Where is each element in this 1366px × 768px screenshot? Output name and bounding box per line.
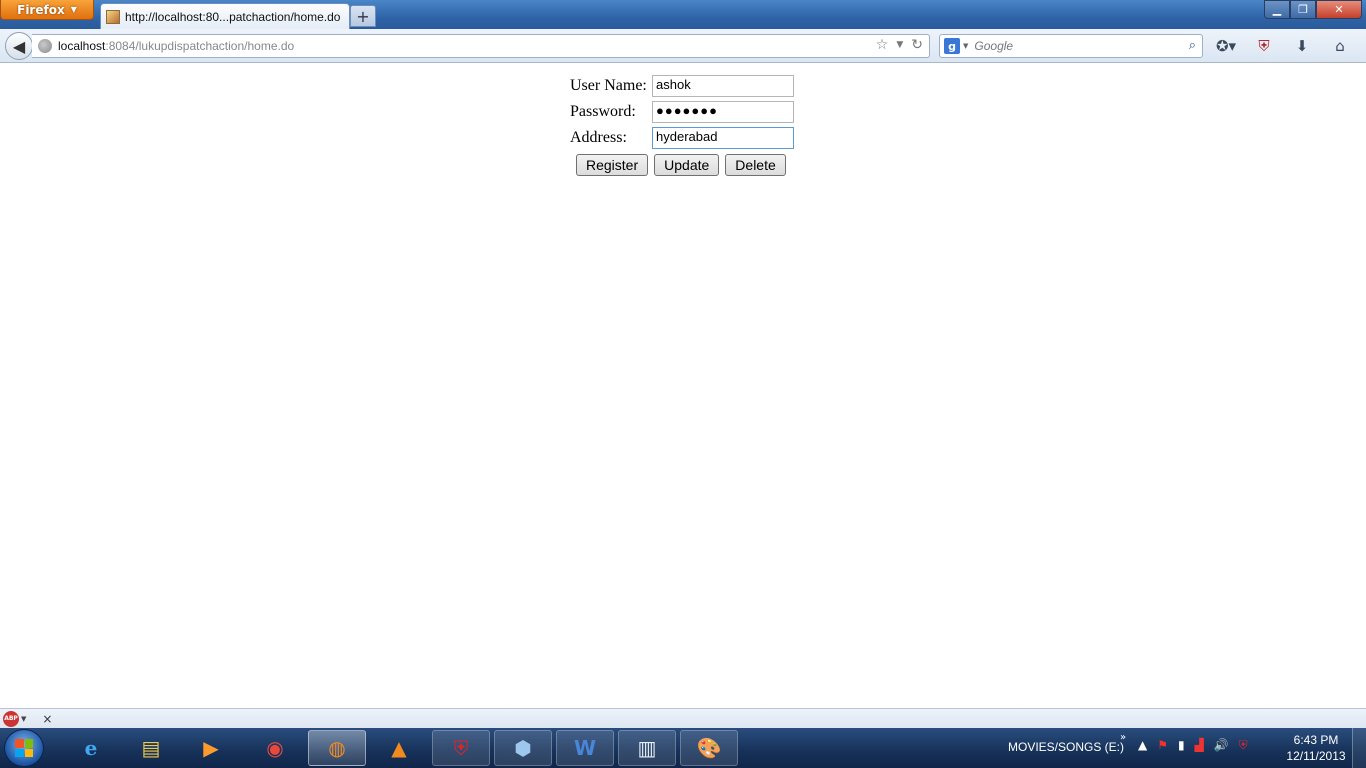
page-favicon-icon — [106, 9, 120, 24]
word-icon[interactable]: W — [556, 730, 614, 766]
address-row: Address: hyderabad — [570, 127, 794, 149]
paint-icon[interactable]: 🎨 — [680, 730, 738, 766]
globe-icon — [38, 39, 52, 53]
addon-bar: ABP ▼ × — [0, 708, 1366, 728]
start-button[interactable] — [4, 729, 44, 767]
back-button[interactable]: ◀ — [5, 32, 33, 60]
show-hidden-icons-icon[interactable]: ▲ — [1138, 738, 1147, 753]
firefox-taskbar-icon[interactable]: ◍ — [308, 730, 366, 766]
address-input[interactable]: hyderabad — [652, 127, 794, 149]
url-path: :8084/lukupdispatchaction/home.do — [105, 39, 295, 53]
username-input[interactable]: ashok — [652, 75, 794, 97]
username-label: User Name: — [570, 77, 647, 94]
url-text: localhost:8084/lukupdispatchaction/home.… — [58, 39, 294, 53]
url-actions: ☆ ▼ ↻ — [876, 37, 923, 53]
bookmarks-menu-icon[interactable]: ✪▾ — [1214, 35, 1238, 57]
clock-date: 12/11/2013 — [1286, 749, 1346, 763]
internet-explorer-icon[interactable]: e — [62, 730, 120, 766]
password-input[interactable]: ●●●●●●● — [652, 101, 794, 123]
antivirus-shield-icon[interactable]: ⛨ — [432, 730, 490, 766]
new-tab-button[interactable]: + — [350, 5, 376, 27]
address-bar[interactable]: localhost:8084/lukupdispatchaction/home.… — [32, 34, 930, 58]
vlc-icon[interactable]: ▲ — [370, 730, 428, 766]
chrome-icon[interactable]: ◉ — [246, 730, 304, 766]
chevron-down-icon[interactable]: ▼ — [963, 42, 968, 50]
taskbar: e ▤ ▶ ◉ ◍ ▲ ⛨ ⬢ W ▥ 🎨 MOVIES/SONGS (E:) … — [0, 728, 1366, 768]
update-button[interactable]: Update — [654, 154, 720, 176]
media-player-icon[interactable]: ▶ — [182, 730, 240, 766]
title-bar: Firefox ▼ http://localhost:80...patchact… — [0, 0, 1366, 29]
battery-icon[interactable]: ▮ — [1178, 738, 1185, 753]
close-addon-bar-button[interactable]: × — [42, 712, 52, 726]
file-explorer-icon[interactable]: ▤ — [122, 730, 180, 766]
volume-icon[interactable]: 🔊 — [1214, 738, 1229, 753]
history-dropdown-icon[interactable]: ▼ — [896, 40, 903, 53]
page-content: User Name: ashok Password: ●●●●●●● Addre… — [0, 64, 1366, 708]
navigation-bar: ◀ localhost:8084/lukupdispatchaction/hom… — [0, 29, 1366, 63]
chevron-down-icon: ▼ — [70, 5, 77, 14]
search-bar[interactable]: g ▼ Google ⌕ — [939, 34, 1203, 58]
browser-tab[interactable]: http://localhost:80...patchaction/home.d… — [100, 3, 350, 29]
reload-icon[interactable]: ↻ — [911, 37, 923, 53]
password-row: Password: ●●●●●●● — [570, 101, 794, 123]
chevron-down-icon[interactable]: ▼ — [21, 715, 26, 723]
url-host: localhost — [58, 39, 106, 53]
register-button[interactable]: Register — [576, 154, 649, 176]
search-placeholder: Google — [974, 39, 1014, 53]
home-icon[interactable]: ⌂ — [1328, 35, 1352, 57]
clock-time: 6:43 PM — [1293, 733, 1339, 747]
maximize-button[interactable]: ❐ — [1290, 0, 1316, 19]
windows-logo-icon — [15, 739, 33, 757]
close-window-button[interactable]: ✕ — [1316, 0, 1362, 19]
adblock-plus-icon[interactable]: ABP — [3, 710, 19, 727]
password-label: Password: — [570, 103, 636, 120]
chevron-double-right-icon[interactable]: » — [1120, 732, 1126, 743]
clock[interactable]: 6:43 PM 12/11/2013 — [1284, 732, 1348, 764]
tab-title: http://localhost:80...patchaction/home.d… — [125, 9, 341, 24]
notepad-window-icon[interactable]: ▥ — [618, 730, 676, 766]
window-controls: ▁ ❐ ✕ — [1264, 0, 1362, 19]
address-label: Address: — [570, 129, 627, 146]
antivirus-tray-icon[interactable]: ⛨ — [1239, 738, 1248, 753]
action-center-flag-icon[interactable]: ⚑ — [1157, 738, 1168, 753]
network-signal-icon[interactable]: ▟ — [1195, 738, 1204, 753]
system-tray: ▲ ⚑ ▮ ▟ 🔊 ⛨ — [1138, 738, 1248, 753]
delete-button[interactable]: Delete — [725, 154, 786, 176]
minimize-button[interactable]: ▁ — [1264, 0, 1290, 19]
show-desktop-button[interactable] — [1352, 728, 1366, 768]
bookmark-star-icon[interactable]: ☆ — [876, 37, 889, 53]
youtube-addon-icon[interactable]: ⛨ — [1252, 35, 1276, 57]
username-row: User Name: ashok — [570, 75, 794, 97]
search-icon[interactable]: ⌕ — [1189, 38, 1196, 53]
google-engine-icon[interactable]: g — [944, 38, 960, 54]
toolbar-icons: ✪▾ ⛨ ⬇ ⌂ — [1214, 35, 1352, 57]
arrow-left-icon: ◀ — [12, 36, 26, 56]
virtualbox-icon[interactable]: ⬢ — [494, 730, 552, 766]
firefox-menu-button[interactable]: Firefox ▼ — [0, 0, 94, 20]
form-buttons: Register Update Delete — [576, 154, 786, 176]
firefox-menu-label: Firefox — [17, 2, 65, 17]
drive-toolbar-label[interactable]: MOVIES/SONGS (E:) — [1008, 740, 1124, 754]
download-icon[interactable]: ⬇ — [1290, 35, 1314, 57]
